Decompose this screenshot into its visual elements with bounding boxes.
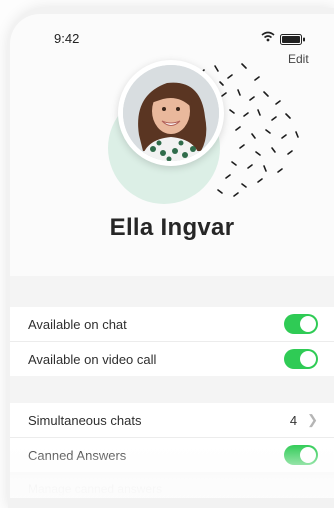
toggle-knob — [300, 447, 316, 463]
simultaneous-chats-row[interactable]: Simultaneous chats 4 ❯ — [10, 403, 334, 438]
canned-answers-label: Canned Answers — [28, 447, 127, 463]
toggle-knob — [300, 316, 316, 332]
status-time: 9:42 — [54, 31, 80, 46]
video-availability-toggle[interactable] — [284, 349, 318, 369]
profile-screen: 9:42 Edit Ella Ingvar Available on chat … — [10, 14, 334, 498]
chat-settings-section: Simultaneous chats 4 ❯ Canned Answers — [10, 403, 334, 472]
wifi-icon — [261, 31, 275, 42]
availability-section: Available on chat Available on video cal… — [10, 307, 334, 376]
chat-availability-toggle[interactable] — [284, 314, 318, 334]
profile-header: 9:42 Edit Ella Ingvar — [10, 14, 334, 276]
simultaneous-chats-value: 4 — [289, 412, 298, 428]
availability-chat-label: Available on chat — [28, 316, 127, 332]
profile-avatar[interactable] — [118, 60, 224, 166]
simultaneous-chats-label: Simultaneous chats — [28, 412, 142, 428]
availability-row-chat: Available on chat — [10, 307, 334, 342]
toggle-knob — [300, 351, 316, 367]
availability-video-label: Available on video call — [28, 351, 157, 367]
avatar-portrait-image — [123, 65, 219, 161]
manage-canned-answers-row[interactable]: Manage canned answers — [28, 482, 162, 496]
chevron-right-icon: ❯ — [307, 412, 318, 427]
profile-name: Ella Ingvar — [109, 214, 235, 241]
availability-row-video: Available on video call — [10, 342, 334, 376]
canned-answers-toggle[interactable] — [284, 445, 318, 465]
canned-answers-row: Canned Answers — [10, 438, 334, 472]
